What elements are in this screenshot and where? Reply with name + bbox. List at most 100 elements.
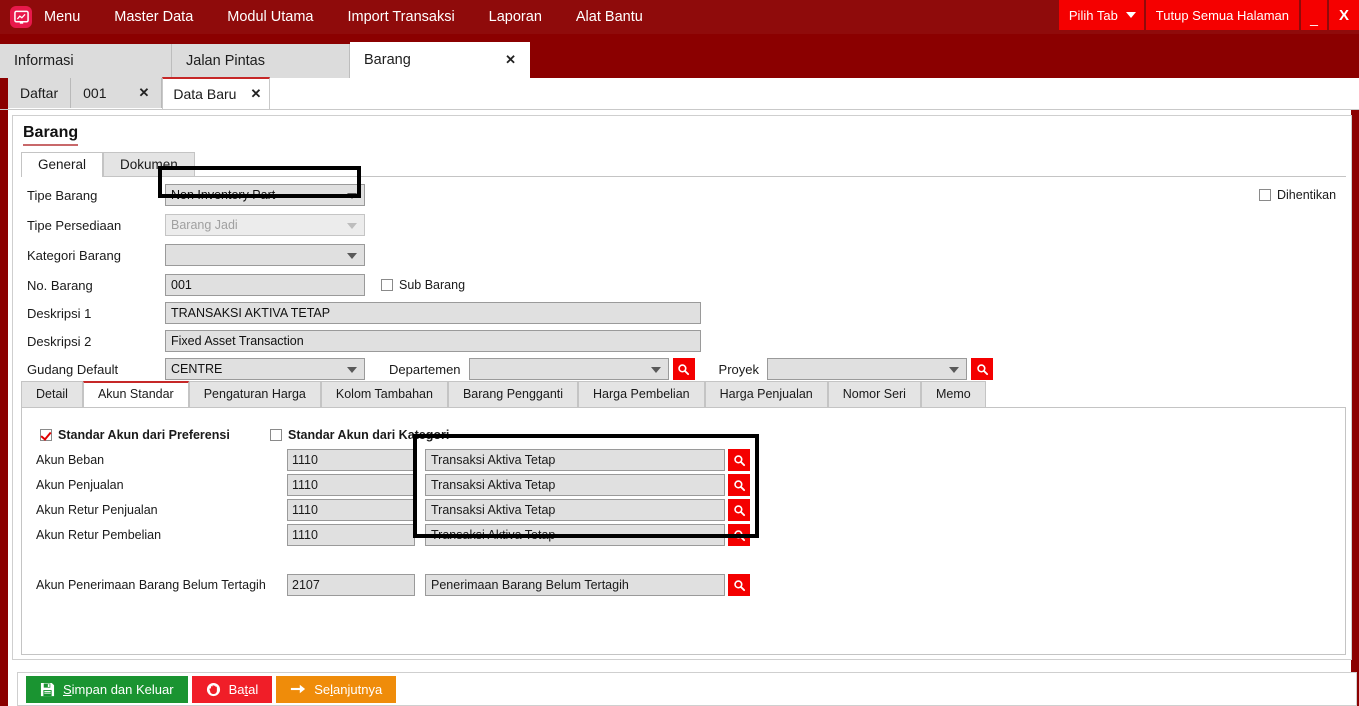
input-akun-beban-name[interactable]: Transaksi Aktiva Tetap: [425, 449, 725, 471]
close-icon[interactable]: ✕: [505, 42, 516, 78]
batal-label: Batal: [229, 682, 259, 697]
input-akun-retur-penjualan-name[interactable]: Transaksi Aktiva Tetap: [425, 499, 725, 521]
menu-item-import-transaksi[interactable]: Import Transaksi: [331, 0, 472, 34]
label-deskripsi-1: Deskripsi 1: [27, 306, 165, 321]
checkbox-dihentikan-label: Dihentikan: [1277, 188, 1336, 202]
checkbox-dihentikan[interactable]: Dihentikan: [1259, 184, 1336, 206]
input-departemen[interactable]: [469, 358, 669, 380]
input-proyek[interactable]: [767, 358, 967, 380]
tab-harga-penjualan[interactable]: Harga Penjualan: [705, 381, 828, 407]
input-kategori-barang[interactable]: [165, 244, 365, 266]
close-button[interactable]: X: [1329, 0, 1359, 30]
chevron-down-icon: [347, 367, 357, 373]
menu-item-alat-bantu[interactable]: Alat Bantu: [559, 0, 660, 34]
input-akun-penerimaan-name[interactable]: Penerimaan Barang Belum Tertagih: [425, 574, 725, 596]
tab-barang-label: Barang: [364, 42, 495, 78]
search-akun-retur-pembelian-button[interactable]: [728, 524, 750, 546]
close-icon[interactable]: ✕: [250, 79, 261, 109]
tab-strip-divider: [21, 176, 1346, 177]
action-bar: Simpan dan Keluar Batal Selanjutnya: [17, 672, 1357, 706]
input-akun-retur-penjualan-code[interactable]: 1110: [287, 499, 415, 521]
search-proyek-button[interactable]: [971, 358, 993, 380]
pilih-tab-button[interactable]: Pilih Tab: [1059, 0, 1144, 30]
window-controls: Pilih Tab Tutup Semua Halaman _ X: [1059, 0, 1359, 30]
checkbox-standar-kategori[interactable]: Standar Akun dari Kategori: [270, 424, 449, 446]
tab-jalan-pintas[interactable]: Jalan Pintas: [172, 44, 350, 78]
menu-item-master-data[interactable]: Master Data: [97, 0, 210, 34]
value-deskripsi-2: Fixed Asset Transaction: [171, 334, 304, 348]
field-no-barang: No. Barang 001 Sub Barang: [27, 274, 465, 296]
tab-barang-pengganti[interactable]: Barang Pengganti: [448, 381, 578, 407]
table-row: Akun Penerimaan Barang Belum Tertagih 21…: [22, 574, 750, 596]
chevron-down-icon: [1126, 12, 1136, 18]
tab-dokumen[interactable]: Dokumen: [103, 152, 195, 177]
tab-general[interactable]: General: [21, 152, 103, 177]
tab-barang[interactable]: Barang ✕: [350, 42, 530, 78]
field-gudang-default: Gudang Default CENTRE Departemen: [27, 358, 993, 380]
search-akun-penjualan-button[interactable]: [728, 474, 750, 496]
table-row: Akun Penjualan 1110 Transaksi Aktiva Tet…: [22, 474, 750, 496]
tab-harga-pembelian[interactable]: Harga Pembelian: [578, 381, 705, 407]
selanjutnya-button[interactable]: Selanjutnya: [276, 676, 396, 703]
input-akun-penjualan-code[interactable]: 1110: [287, 474, 415, 496]
tab-detail[interactable]: Detail: [21, 381, 83, 407]
close-icon[interactable]: ✕: [138, 78, 149, 108]
search-akun-beban-button[interactable]: [728, 449, 750, 471]
simpan-rest: impan dan Keluar: [72, 682, 174, 697]
form-panel: Barang General Dokumen Tipe Barang Non I…: [12, 115, 1352, 660]
checkbox-box[interactable]: [270, 429, 282, 441]
content-area: Barang General Dokumen Tipe Barang Non I…: [8, 110, 1351, 706]
minimize-button[interactable]: _: [1301, 0, 1327, 30]
checkbox-box[interactable]: [381, 279, 393, 291]
input-akun-retur-pembelian-code[interactable]: 1110: [287, 524, 415, 546]
label-akun-penerimaan: Akun Penerimaan Barang Belum Tertagih: [22, 578, 287, 592]
label-akun-retur-penjualan: Akun Retur Penjualan: [22, 503, 287, 517]
search-departemen-button[interactable]: [673, 358, 695, 380]
input-tipe-barang[interactable]: Non Inventory Part: [165, 184, 365, 206]
input-gudang-default[interactable]: CENTRE: [165, 358, 365, 380]
subtab-001-label: 001: [83, 78, 106, 108]
tab-kolom-tambahan[interactable]: Kolom Tambahan: [321, 381, 448, 407]
search-akun-retur-penjualan-button[interactable]: [728, 499, 750, 521]
chevron-down-icon: [347, 193, 357, 199]
tab-nomor-seri[interactable]: Nomor Seri: [828, 381, 921, 407]
subtab-daftar[interactable]: Daftar: [8, 78, 71, 108]
field-tipe-barang: Tipe Barang Non Inventory Part: [27, 184, 365, 206]
input-no-barang[interactable]: 001: [165, 274, 365, 296]
input-akun-penerimaan-code[interactable]: 2107: [287, 574, 415, 596]
tab-memo[interactable]: Memo: [921, 381, 986, 407]
tab-pengaturan-harga[interactable]: Pengaturan Harga: [189, 381, 321, 407]
tab-akun-standar[interactable]: Akun Standar: [83, 381, 189, 407]
tutup-semua-halaman-button[interactable]: Tutup Semua Halaman: [1146, 0, 1299, 30]
menu-item-laporan[interactable]: Laporan: [472, 0, 559, 34]
checkbox-standar-kategori-label: Standar Akun dari Kategori: [288, 428, 449, 442]
tab-informasi[interactable]: Informasi: [0, 44, 172, 78]
label-no-barang: No. Barang: [27, 278, 165, 293]
input-akun-penjualan-name[interactable]: Transaksi Aktiva Tetap: [425, 474, 725, 496]
checkbox-box[interactable]: [1259, 189, 1271, 201]
input-akun-beban-code[interactable]: 1110: [287, 449, 415, 471]
label-deskripsi-2: Deskripsi 2: [27, 334, 165, 349]
menu-item-modul-utama[interactable]: Modul Utama: [210, 0, 330, 34]
subtab-data-baru[interactable]: Data Baru ✕: [162, 77, 270, 109]
input-deskripsi-1[interactable]: TRANSAKSI AKTIVA TETAP: [165, 302, 701, 324]
simpan-dan-keluar-button[interactable]: Simpan dan Keluar: [26, 676, 188, 703]
selanjutnya-pre: Se: [314, 682, 330, 697]
batal-post: al: [248, 682, 258, 697]
subtab-001[interactable]: 001 ✕: [71, 78, 162, 108]
checkbox-standar-preferensi[interactable]: Standar Akun dari Preferensi: [40, 424, 230, 446]
search-akun-penerimaan-button[interactable]: [728, 574, 750, 596]
label-akun-retur-pembelian: Akun Retur Pembelian: [22, 528, 287, 542]
label-akun-beban: Akun Beban: [22, 453, 287, 467]
checkbox-box[interactable]: [40, 429, 52, 441]
checkbox-sub-barang[interactable]: Sub Barang: [381, 278, 465, 292]
chevron-down-icon: [347, 223, 357, 229]
batal-button[interactable]: Batal: [192, 676, 273, 703]
page-title: Barang: [23, 124, 78, 146]
menu-items: Menu Master Data Modul Utama Import Tran…: [32, 0, 660, 34]
input-akun-retur-pembelian-name[interactable]: Transaksi Aktiva Tetap: [425, 524, 725, 546]
input-deskripsi-2[interactable]: Fixed Asset Transaction: [165, 330, 701, 352]
menu-item-menu[interactable]: Menu: [32, 0, 97, 34]
chevron-down-icon: [949, 367, 959, 373]
stop-hand-icon: [206, 682, 221, 697]
